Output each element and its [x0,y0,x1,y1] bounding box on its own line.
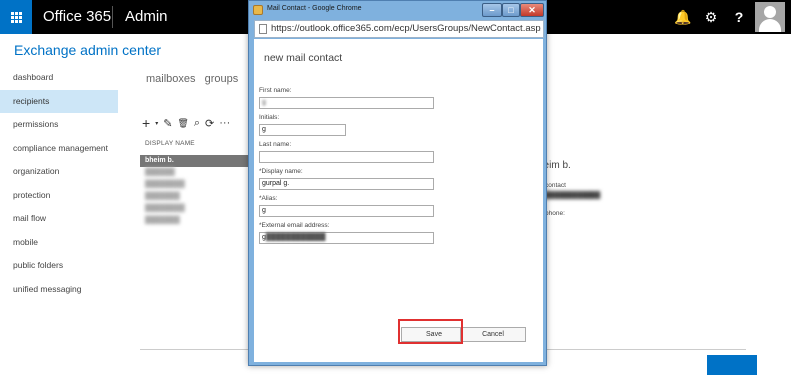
first-name-label: First name: [259,87,292,94]
nav-item-public-folders[interactable]: public folders [0,254,118,278]
nav-item-mobile[interactable]: mobile [0,231,118,255]
nav-item-protection[interactable]: protection [0,184,118,208]
list-item-redacted[interactable]: ███████ [140,215,250,227]
initials-field[interactable]: g [259,124,346,136]
app-title[interactable]: Admin [125,8,168,25]
add-icon[interactable]: + [142,115,150,131]
search-icon[interactable]: ⌕ [194,117,200,130]
brand-title[interactable]: Office 365 [43,8,111,25]
nav-item-permissions[interactable]: permissions [0,113,118,137]
mail-contact-popup-window: Mail Contact - Google Chrome – □ ✕ https… [248,0,547,366]
window-title: Mail Contact - Google Chrome [267,5,362,12]
column-header-display-name[interactable]: DISPLAY NAME [145,140,195,147]
cancel-button[interactable]: Cancel [460,327,526,342]
last-name-label: Last name: [259,141,292,148]
display-name-label: *Display name: [259,168,303,175]
more-icon[interactable]: ··· [219,117,230,129]
nav-item-dashboard[interactable]: dashboard [0,66,118,90]
tab-mailboxes[interactable]: mailboxes [146,73,196,85]
details-footer-divider [546,349,746,350]
refresh-icon[interactable]: ⟳ [205,117,214,130]
page-icon [259,24,267,34]
list-footer-divider [140,349,250,350]
list-item-redacted[interactable]: ██████ [140,167,250,179]
recipient-list: bheim b. ██████ ████████ ███████ ███████… [140,155,250,227]
feedback-button[interactable] [707,355,757,375]
external-email-field[interactable]: g████████████ [259,232,434,244]
alias-field[interactable]: g [259,205,434,217]
tab-groups[interactable]: groups [205,73,239,85]
app-launcher-button[interactable] [0,0,32,34]
address-bar[interactable]: https://outlook.office365.com/ecp/UsersG… [254,20,544,38]
gear-icon[interactable]: ⚙ [698,0,724,34]
details-phone-label: phone: [545,210,565,217]
edit-icon[interactable]: ✎ [163,117,172,130]
last-name-field[interactable] [259,151,434,163]
external-email-label: *External email address: [259,222,330,229]
nav-item-recipients[interactable]: recipients [0,89,118,113]
initials-label: Initials: [259,114,280,121]
chevron-down-icon[interactable]: ▾ [155,120,158,127]
delete-icon[interactable]: 🗑 [177,118,188,129]
window-titlebar[interactable]: Mail Contact - Google Chrome – □ ✕ [249,1,546,19]
left-nav: dashboard recipients permissions complia… [0,66,118,301]
nav-item-unified-messaging[interactable]: unified messaging [0,278,118,302]
waffle-icon [10,11,22,23]
first-name-field[interactable]: g [259,97,434,109]
email-redacted: ████████████ [265,234,326,241]
maximize-button[interactable]: □ [502,3,520,17]
help-icon[interactable]: ? [726,0,752,34]
list-item-redacted[interactable]: ████████ [140,203,250,215]
alias-label: *Alias: [259,195,278,202]
minimize-button[interactable]: – [482,3,502,17]
save-highlight-box [398,319,463,344]
chrome-icon [253,5,263,15]
url-text[interactable]: https://outlook.office365.com/ecp/UsersG… [271,23,541,34]
list-item[interactable]: bheim b. [140,155,250,167]
title-divider [112,6,113,28]
list-toolbar: + ▾ ✎ 🗑 ⌕ ⟳ ··· [142,115,230,131]
nav-item-compliance-management[interactable]: compliance management [0,137,118,161]
bell-icon[interactable]: 🔔 [670,0,696,34]
nav-item-mail-flow[interactable]: mail flow [0,207,118,231]
nav-item-organization[interactable]: organization [0,160,118,184]
display-name-field[interactable]: gurpal g. [259,178,434,190]
page-title: Exchange admin center [14,42,162,58]
avatar[interactable] [755,2,785,32]
close-button[interactable]: ✕ [520,3,544,17]
form-title: new mail contact [264,52,343,64]
new-mail-contact-form: new mail contact First name: g Initials:… [254,39,543,362]
details-contact-label: contact [545,182,566,189]
list-item-redacted[interactable]: ███████ [140,191,250,203]
list-item-redacted[interactable]: ████████ [140,179,250,191]
details-email-redacted: ████████████ [545,192,601,199]
